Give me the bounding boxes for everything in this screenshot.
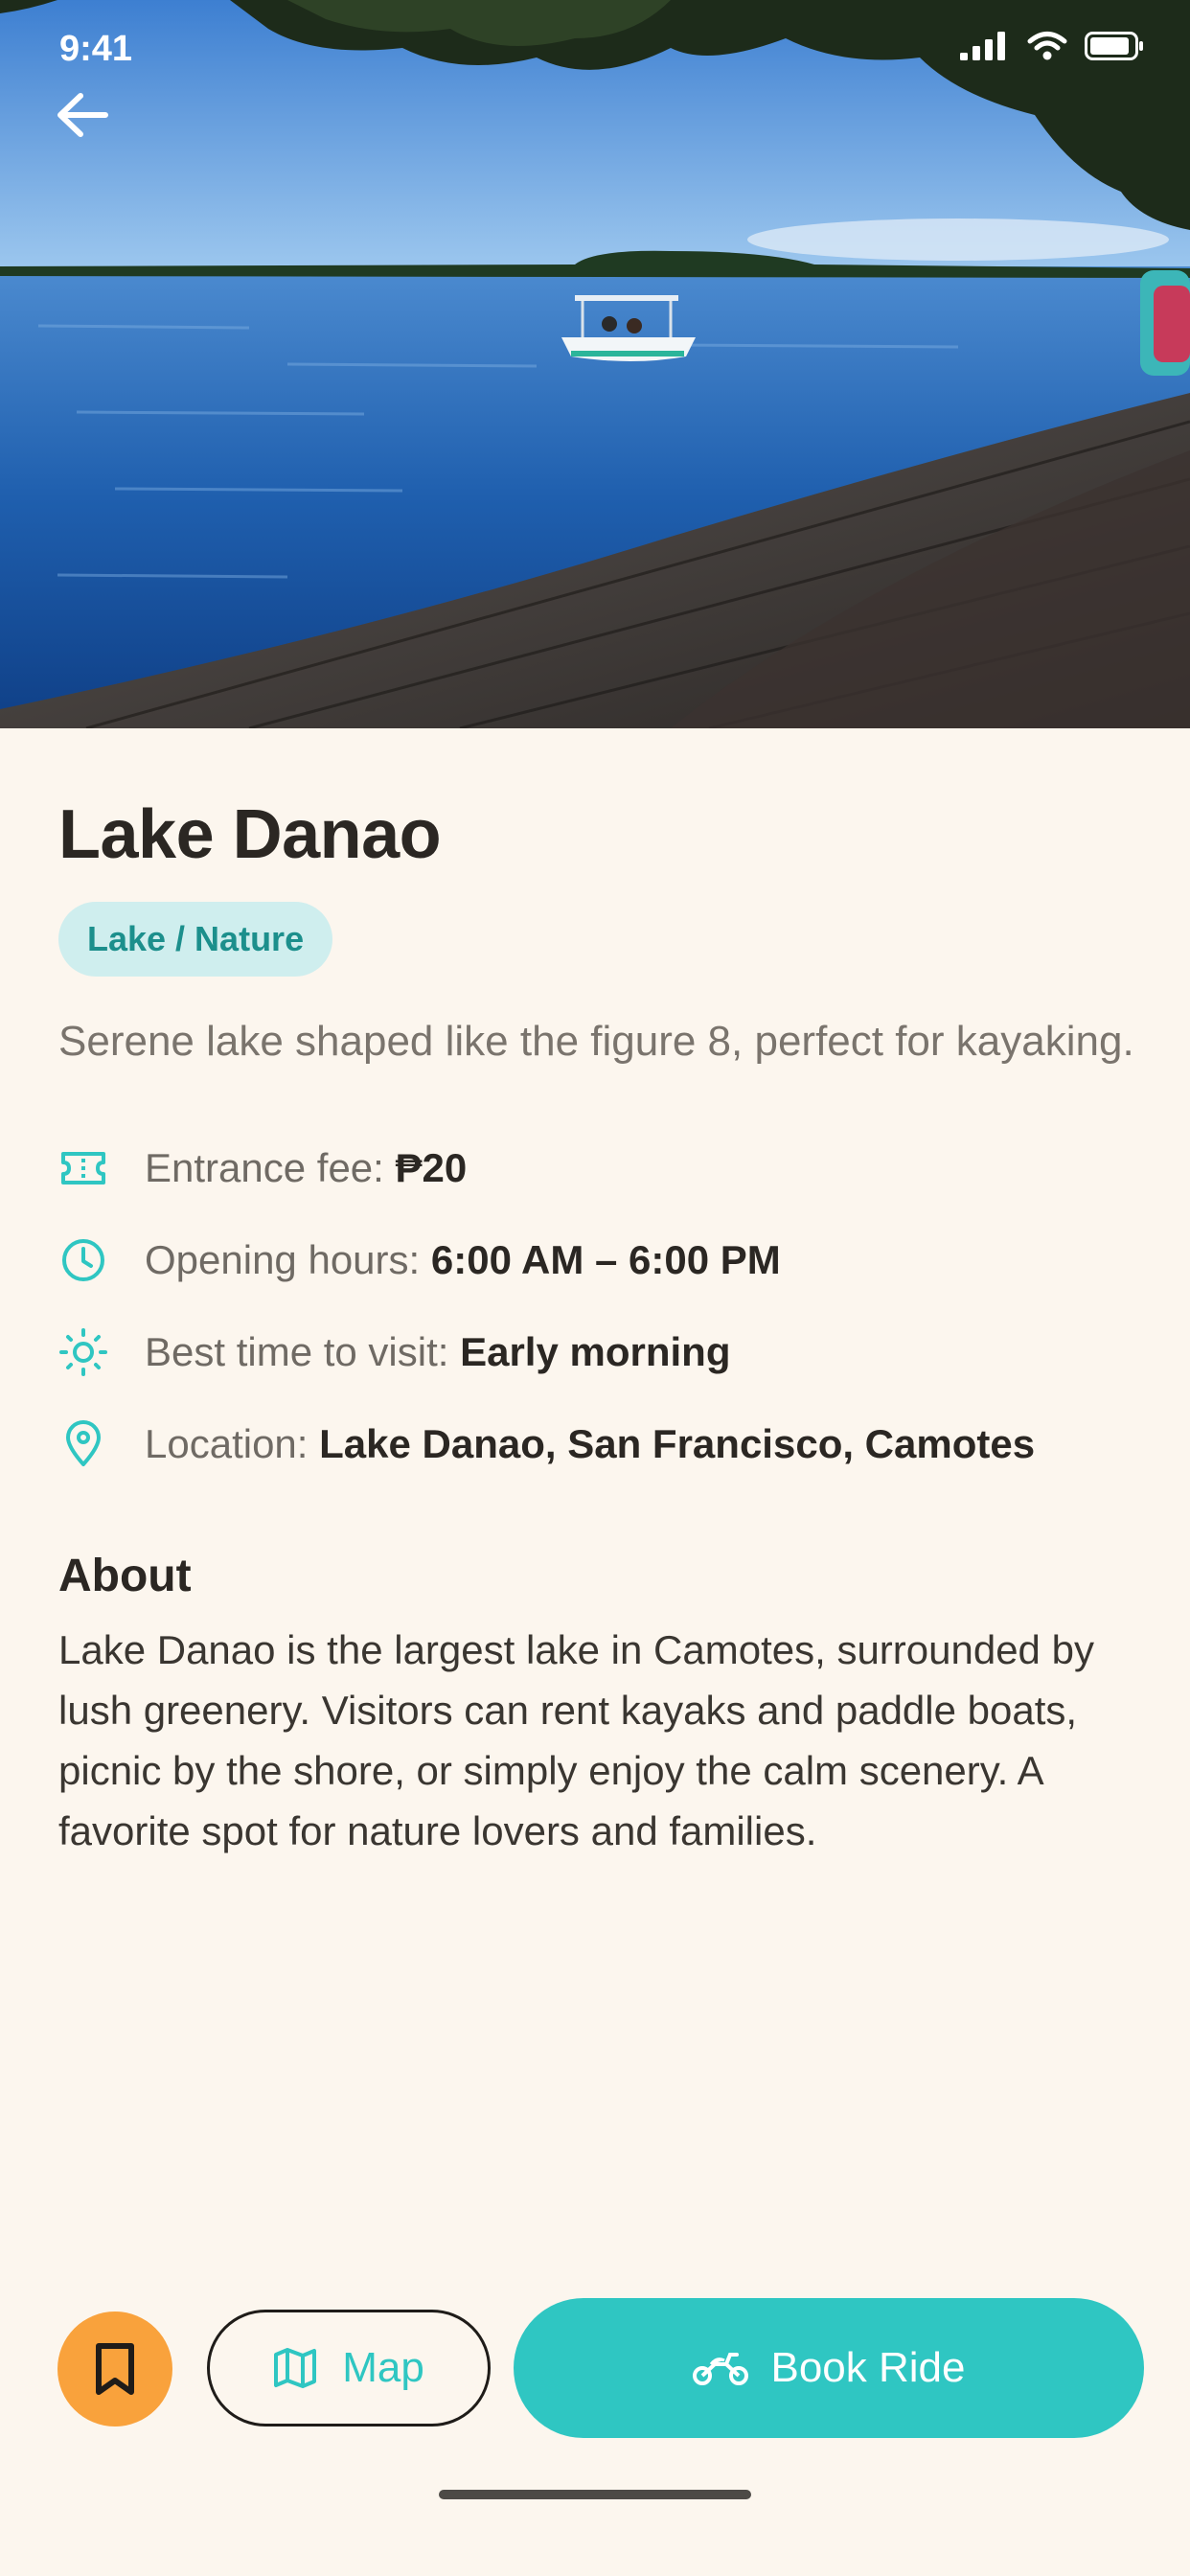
home-indicator — [439, 2490, 751, 2499]
info-row-opening-hours: Opening hours: 6:00 AM – 6:00 PM — [58, 1214, 1141, 1306]
about-heading: About — [58, 1551, 192, 1602]
book-ride-button[interactable]: Book Ride — [514, 2298, 1144, 2438]
place-description: Serene lake shaped like the figure 8, pe… — [58, 1018, 1134, 1066]
cellular-signal-icon — [960, 32, 1005, 60]
book-ride-label: Book Ride — [770, 2344, 966, 2391]
status-icons — [960, 31, 1144, 61]
clock-icon — [58, 1235, 108, 1285]
place-title: Lake Danao — [58, 796, 442, 873]
map-button-label: Map — [342, 2344, 424, 2391]
info-list: Entrance fee: ₱20 Opening hours: 6:00 AM… — [58, 1122, 1141, 1490]
info-location: Location: Lake Danao, San Francisco, Cam… — [145, 1421, 1036, 1467]
bookmark-button[interactable] — [57, 2312, 172, 2426]
battery-icon — [1085, 32, 1143, 60]
sun-icon — [58, 1327, 108, 1377]
info-row-entrance-fee: Entrance fee: ₱20 — [58, 1122, 1141, 1214]
back-button[interactable] — [46, 79, 119, 151]
wifi-icon — [1027, 32, 1067, 60]
info-opening-hours: Opening hours: 6:00 AM – 6:00 PM — [145, 1237, 781, 1283]
place-details: Lake Danao Lake / Nature Serene lake sha… — [58, 728, 1141, 1861]
map-button[interactable]: Map — [207, 2310, 491, 2426]
hero-image: 9:41 — [0, 0, 1190, 728]
info-row-location: Location: Lake Danao, San Francisco, Cam… — [58, 1398, 1141, 1490]
category-tag: Lake / Nature — [58, 902, 333, 978]
status-bar: 9:41 — [0, 0, 1190, 96]
info-best-time: Best time to visit: Early morning — [145, 1329, 731, 1375]
arrow-left-icon — [57, 93, 108, 137]
info-entrance-fee: Entrance fee: ₱20 — [145, 1145, 468, 1191]
motorcycle-icon — [693, 2353, 749, 2385]
map-icon — [274, 2348, 317, 2388]
lake-photo — [0, 0, 1190, 728]
action-bar: Map Book Ride — [0, 2298, 1190, 2438]
location-pin-icon — [58, 1419, 108, 1469]
about-text: Lake Danao is the largest lake in Camote… — [58, 1627, 1094, 1854]
ticket-icon — [58, 1143, 108, 1193]
info-row-best-time: Best time to visit: Early morning — [58, 1306, 1141, 1398]
status-time: 9:41 — [59, 29, 133, 69]
bookmark-icon — [96, 2343, 134, 2395]
